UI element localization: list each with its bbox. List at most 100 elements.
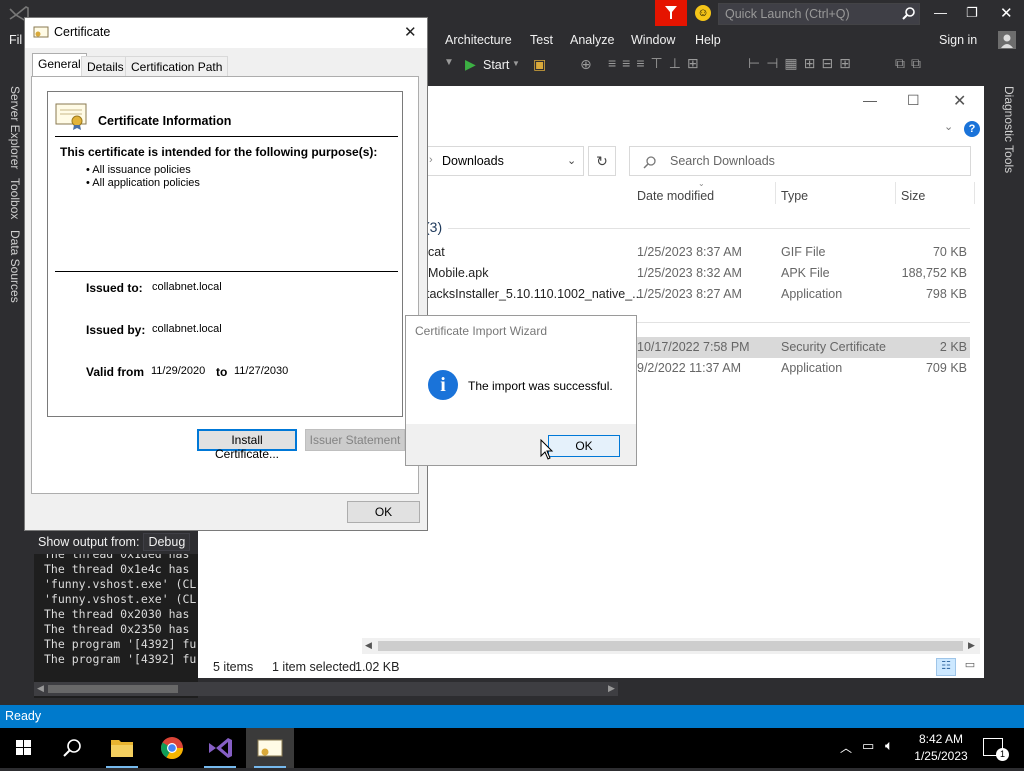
issued-by-value: collabnet.local <box>152 323 222 335</box>
feedback-flag-icon[interactable] <box>655 0 687 26</box>
wizard-title: Certificate Import Wizard <box>415 324 548 338</box>
column-divider[interactable] <box>974 182 975 204</box>
taskbar-search-icon <box>63 739 81 757</box>
issued-to-label: Issued to: <box>86 281 143 295</box>
large-icons-view-icon[interactable]: ▭ <box>960 658 980 676</box>
purpose-item: • All application policies <box>86 177 200 189</box>
menu-help[interactable]: Help <box>695 33 721 47</box>
mouse-cursor-icon <box>540 439 554 460</box>
install-certificate-button[interactable]: Install Certificate... <box>197 429 297 461</box>
explorer-horizontal-scrollbar[interactable]: ◀ ▶ <box>362 638 980 654</box>
column-date-modified[interactable]: Date modified <box>637 189 714 203</box>
quick-launch-input[interactable]: Quick Launch (Ctrl+Q) <box>718 3 920 25</box>
certificate-close-icon[interactable]: ✕ <box>404 23 417 41</box>
menu-window[interactable]: Window <box>631 33 675 47</box>
address-dropdown-icon[interactable]: ⌄ <box>567 154 576 167</box>
details-view-icon[interactable]: ☷ <box>936 658 956 676</box>
ribbon-expand-icon[interactable]: ⌄ <box>944 120 953 133</box>
certificate-ok-button[interactable]: OK <box>347 501 420 523</box>
column-type[interactable]: Type <box>781 189 808 203</box>
start-button[interactable]: Start <box>483 58 509 72</box>
tab-data-sources[interactable]: Data Sources <box>8 230 22 303</box>
quick-launch-placeholder: Quick Launch (Ctrl+Q) <box>725 7 850 21</box>
attach-icon[interactable]: ▣ <box>533 56 546 73</box>
toolbar-order-icons[interactable]: ⧉⧉ <box>895 55 927 72</box>
file-date: 1/25/2023 8:37 AM <box>637 245 742 259</box>
file-type: Application <box>781 287 843 301</box>
tab-certification-path[interactable]: Certification Path <box>125 56 229 76</box>
output-horizontal-scrollbar[interactable]: ◀ ▶ <box>34 682 618 696</box>
address-bar[interactable]: › Downloads ⌄ <box>424 146 584 176</box>
tab-diagnostic-tools[interactable]: Diagnostic Tools <box>1002 86 1016 173</box>
explorer-minimize-icon[interactable]: — <box>863 92 877 108</box>
clock-date[interactable]: 1/25/2023 <box>913 749 969 763</box>
valid-from-label: Valid from <box>86 365 145 379</box>
scroll-left-icon[interactable]: ◀ <box>365 640 372 651</box>
start-dropdown-icon[interactable]: ▼ <box>512 59 520 68</box>
tab-details[interactable]: Details <box>81 56 130 76</box>
file-date: 1/25/2023 8:27 AM <box>637 287 742 301</box>
volume-icon[interactable]: 🔈︎ <box>885 737 893 754</box>
issuer-statement-button[interactable]: Issuer Statement <box>305 429 405 451</box>
toolbar-layout-icons[interactable]: ≡≡≡⊤⊥⊞ <box>608 55 705 72</box>
refresh-icon[interactable]: ↻ <box>588 146 616 176</box>
scroll-thumb[interactable] <box>378 641 963 651</box>
scroll-thumb[interactable] <box>48 685 178 693</box>
menu-analyze[interactable]: Analyze <box>570 33 614 47</box>
address-folder[interactable]: Downloads <box>442 154 504 168</box>
taskbar-visual-studio[interactable] <box>196 728 244 768</box>
taskbar-chrome[interactable] <box>148 728 196 768</box>
show-output-from-label: Show output from: <box>38 535 140 549</box>
wizard-ok-button[interactable]: OK <box>548 435 620 457</box>
config-dropdown-arrow-icon[interactable]: ▼ <box>444 57 454 68</box>
search-icon[interactable] <box>902 6 916 20</box>
menu-file[interactable]: Fil <box>9 33 22 47</box>
restore-icon[interactable]: ❐ <box>966 5 978 21</box>
status-text: Ready <box>5 709 42 723</box>
file-date: 1/25/2023 8:32 AM <box>637 266 742 280</box>
smiley-feedback-icon[interactable]: ☺ <box>695 5 711 21</box>
taskbar-file-explorer[interactable] <box>98 728 146 768</box>
column-size[interactable]: Size <box>901 189 925 203</box>
scroll-right-icon[interactable]: ▶ <box>608 683 615 694</box>
account-avatar-icon[interactable] <box>998 31 1016 49</box>
output-line: The program '[4392] fu <box>44 637 197 651</box>
scroll-left-icon[interactable]: ◀ <box>37 683 44 694</box>
certificate-large-icon <box>55 103 87 130</box>
network-icon[interactable]: ▭ <box>862 738 874 754</box>
windows-taskbar: ︿ ▭ 🔈︎ 8:42 AM 1/25/2023 1 <box>0 728 1024 768</box>
close-icon[interactable]: ✕ <box>1000 4 1013 22</box>
tab-server-explorer[interactable]: Server Explorer <box>8 86 22 169</box>
taskbar-certificate[interactable] <box>246 728 294 768</box>
explorer-close-icon[interactable]: ✕ <box>953 91 966 111</box>
toolbar-spacing-icons[interactable]: ⊢⊣▦⊞⊟⊞ <box>748 55 857 72</box>
tab-toolbox[interactable]: Toolbox <box>8 178 22 219</box>
start-play-icon[interactable]: ▶ <box>465 56 476 73</box>
sign-in-link[interactable]: Sign in <box>939 33 977 47</box>
breadcrumb-chevron-icon: › <box>429 154 433 166</box>
search-downloads-input[interactable]: Search Downloads <box>629 146 971 176</box>
output-line: The thread 0x1e4c has <box>44 562 190 576</box>
certificate-dialog: Certificate ✕ General Details Certificat… <box>24 17 428 531</box>
output-header: Show output from: Debug <box>34 530 198 554</box>
menu-architecture[interactable]: Architecture <box>445 33 512 47</box>
clock-time[interactable]: 8:42 AM <box>916 732 966 746</box>
explorer-maximize-icon[interactable]: ☐ <box>907 92 920 109</box>
column-divider[interactable] <box>775 182 776 204</box>
certificate-info-panel: Certificate Information This certificate… <box>47 91 403 417</box>
column-divider[interactable] <box>895 182 896 204</box>
taskbar-search-button[interactable] <box>48 728 96 768</box>
purpose-heading: This certificate is intended for the fol… <box>60 145 378 159</box>
help-icon[interactable]: ? <box>964 121 980 137</box>
valid-to-value: 11/27/2030 <box>234 365 289 377</box>
minimize-icon[interactable]: — <box>934 5 947 20</box>
file-size: 709 KB <box>925 361 967 375</box>
scroll-right-icon[interactable]: ▶ <box>968 640 975 651</box>
start-button[interactable] <box>0 728 48 768</box>
output-source-dropdown[interactable]: Debug <box>143 533 191 551</box>
file-name: cat <box>428 245 445 259</box>
tray-chevron-icon[interactable]: ︿ <box>840 739 852 756</box>
tab-general[interactable]: General <box>32 53 87 77</box>
menu-test[interactable]: Test <box>530 33 553 47</box>
toolbar-align-icon[interactable]: ⊕ <box>580 56 592 73</box>
